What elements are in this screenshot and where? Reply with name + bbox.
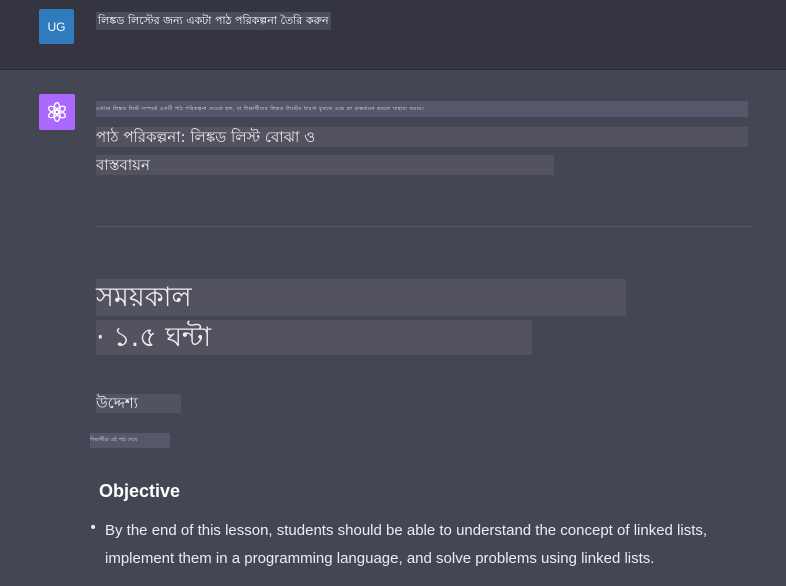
openai-logo-icon (48, 101, 66, 123)
duration-value: · ১.৫ ঘন্টা (96, 320, 532, 355)
user-avatar: UG (39, 9, 74, 44)
lesson-title-line-2: বাস্তবায়ন (96, 155, 554, 175)
objective-heading: Objective (99, 481, 181, 501)
duration-heading: সময়কাল (96, 279, 626, 316)
assistant-avatar (39, 94, 75, 130)
user-message-text: লিঙ্কড লিস্টের জন্য একটা পাঠ পরিকল্পনা ত… (96, 12, 331, 30)
assistant-intro-line: এখানে লিঙ্কড লিস্ট সম্পর্কে একটি পাঠ পরি… (96, 101, 748, 117)
user-message-row: UG লিঙ্কড লিস্টের জন্য একটা পাঠ পরিকল্পন… (0, 0, 786, 70)
small-text-line: শিক্ষার্থীরা এই পাঠ শেষে (90, 433, 170, 448)
objective-heading-bengali: উদ্দেশ্য (96, 394, 181, 413)
lesson-title-line-1: পাঠ পরিকল্পনা: লিঙ্কড লিস্ট বোঝা ও (96, 127, 748, 147)
bullet-dot: • (89, 520, 98, 536)
objective-bullet-text: By the end of this lesson, students shou… (105, 522, 708, 567)
section-divider (96, 226, 752, 227)
